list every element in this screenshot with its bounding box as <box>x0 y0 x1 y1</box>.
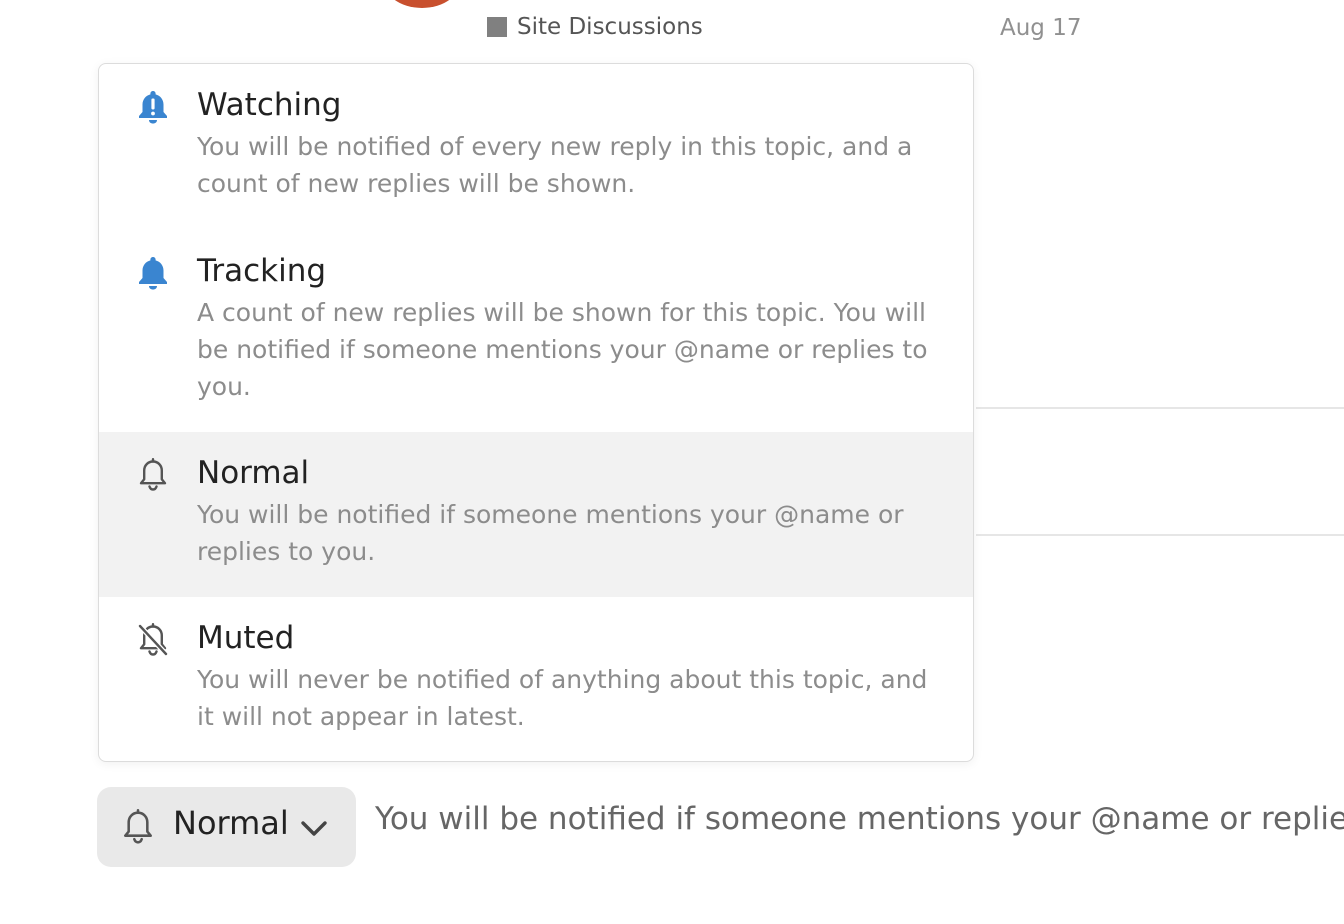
divider <box>976 534 1344 536</box>
option-description: A count of new replies will be shown for… <box>197 298 928 401</box>
bell-slash-icon <box>137 623 169 657</box>
bell-outline-icon <box>139 458 167 491</box>
bell-exclamation-icon <box>139 91 167 124</box>
option-title: Watching <box>197 87 342 123</box>
option-description: You will never be notified of anything a… <box>197 665 928 731</box>
topic-date: Aug 17 <box>1000 15 1082 41</box>
option-normal[interactable]: Normal You will be notified if someone m… <box>99 432 973 597</box>
category-name: Site Discussions <box>517 14 703 40</box>
avatar[interactable] <box>382 0 462 8</box>
chevron-down-icon <box>301 821 327 836</box>
category-color-swatch <box>487 17 507 37</box>
notification-level-label: Normal <box>173 804 289 842</box>
bell-outline-icon <box>124 809 152 844</box>
option-title: Tracking <box>197 253 327 289</box>
notification-reason: You will be notified if someone mentions… <box>375 801 1344 837</box>
option-title: Normal <box>197 455 310 491</box>
option-description: You will be notified of every new reply … <box>197 132 913 198</box>
topic-footer: Site Discussions Aug 17 Watching You wil… <box>0 0 1344 924</box>
option-muted[interactable]: Muted You will never be notified of anyt… <box>99 597 973 761</box>
option-description: You will be notified if someone mentions… <box>197 500 904 566</box>
category-badge[interactable]: Site Discussions <box>487 14 703 40</box>
option-watching[interactable]: Watching You will be notified of every n… <box>99 64 973 230</box>
notification-level-button[interactable]: Normal <box>97 787 356 867</box>
notification-level-dropdown: Watching You will be notified of every n… <box>98 63 974 762</box>
option-title: Muted <box>197 620 295 656</box>
option-tracking[interactable]: Tracking A count of new replies will be … <box>99 230 973 432</box>
divider <box>976 407 1344 409</box>
bell-icon <box>139 257 167 290</box>
